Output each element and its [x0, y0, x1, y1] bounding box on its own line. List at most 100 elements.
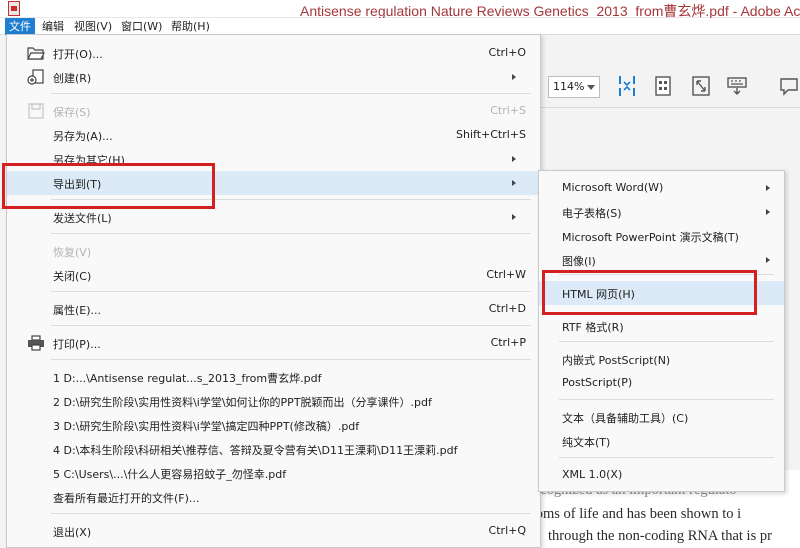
menu-item-label: 内嵌式 PostScript(N): [562, 354, 671, 367]
menu-item-label: 查看所有最近打开的文件(F)...: [53, 492, 200, 505]
export-item-postscript[interactable]: PostScript(P): [539, 371, 784, 395]
annotation-highlight-export: [2, 163, 215, 209]
annotation-highlight-html: [542, 270, 757, 315]
menu-item-label: Microsoft Word(W): [562, 181, 664, 194]
menu-separator: [51, 291, 531, 292]
menu-separator: [51, 513, 531, 514]
menu-item-label: 纯文本(T): [562, 436, 611, 449]
page-view-icon[interactable]: [652, 74, 674, 98]
submenu-arrow-icon: [512, 74, 516, 80]
menu-item-save: 保存(S) Ctrl+S: [7, 99, 540, 123]
menu-separator: [559, 457, 774, 458]
menu-item-print[interactable]: 打印(P)... Ctrl+P: [7, 331, 540, 355]
export-item-word[interactable]: Microsoft Word(W): [539, 176, 784, 200]
menu-edit[interactable]: 编辑: [38, 18, 68, 35]
shortcut-label: Ctrl+D: [488, 302, 526, 315]
comment-icon[interactable]: [778, 74, 800, 98]
recent-file-item[interactable]: 5 C:\Users\...\什么人更容易招蚊子_勿怪幸.pdf: [7, 461, 540, 485]
menu-window[interactable]: 窗口(W): [117, 18, 166, 35]
menu-item-label: 图像(I): [562, 255, 596, 268]
menu-item-label: 文本（具备辅助工具）(C): [562, 412, 689, 425]
menu-item-label: RTF 格式(R): [562, 321, 624, 334]
submenu-arrow-icon: [766, 185, 770, 191]
zoom-value: 114%: [553, 80, 585, 93]
shortcut-label: Ctrl+P: [490, 336, 526, 349]
export-item-xml[interactable]: XML 1.0(X): [539, 463, 784, 487]
menu-item-properties[interactable]: 属性(E)... Ctrl+D: [7, 297, 540, 321]
export-item-powerpoint[interactable]: Microsoft PowerPoint 演示文稿(T): [539, 224, 784, 248]
shortcut-label: Ctrl+S: [490, 104, 526, 117]
recent-file-label: 5 C:\Users\...\什么人更容易招蚊子_勿怪幸.pdf: [53, 468, 287, 481]
recent-file-label: 4 D:\本科生阶段\科研相关\推荐信、答辩及夏令营有关\D11王溧莉\D11王…: [53, 444, 458, 457]
recent-file-item[interactable]: 1 D:...\Antisense regulat...s_2013_from曹…: [7, 365, 540, 389]
fit-width-icon[interactable]: [616, 74, 638, 98]
menu-separator: [51, 233, 531, 234]
menu-item-view-all-recent[interactable]: 查看所有最近打开的文件(F)...: [7, 485, 540, 509]
menu-item-label: Microsoft PowerPoint 演示文稿(T): [562, 231, 739, 244]
title-bar: Antisense regulation Nature Reviews Gene…: [0, 0, 800, 19]
printer-icon: [28, 335, 44, 351]
menu-item-create[interactable]: 创建(R): [7, 65, 540, 89]
menu-item-label: PostScript(P): [562, 376, 633, 389]
recent-file-item[interactable]: 2 D:\研究生阶段\实用性资料\i学堂\如何让你的PPT脱颖而出（分享课件）.…: [7, 389, 540, 413]
file-menu: 打开(O)... Ctrl+O 创建(R) 保存(S) Ctrl+S 另存为(A…: [6, 34, 541, 548]
shortcut-label: Ctrl+W: [486, 268, 526, 281]
submenu-arrow-icon: [512, 156, 516, 162]
menu-item-label: 打印(P)...: [53, 338, 101, 351]
recent-file-item[interactable]: 3 D:\研究生阶段\实用性资料\i学堂\搞定四种PPT(修改稿）.pdf: [7, 413, 540, 437]
recent-file-item[interactable]: 4 D:\本科生阶段\科研相关\推荐信、答辩及夏令营有关\D11王溧莉\D11王…: [7, 437, 540, 461]
menu-item-label: XML 1.0(X): [562, 468, 623, 481]
menu-bar: 文件 编辑 视图(V) 窗口(W) 帮助(H): [0, 18, 800, 35]
menu-item-open[interactable]: 打开(O)... Ctrl+O: [7, 41, 540, 65]
menu-item-revert: 恢复(V): [7, 239, 540, 263]
shortcut-label: Ctrl+O: [488, 46, 526, 59]
menu-item-close[interactable]: 关闭(C) Ctrl+W: [7, 263, 540, 287]
menu-file[interactable]: 文件: [5, 18, 35, 35]
menu-item-label: 打开(O)...: [53, 48, 103, 61]
menu-separator: [51, 93, 531, 94]
menu-help[interactable]: 帮助(H): [167, 18, 214, 35]
menu-item-label: 创建(R): [53, 72, 92, 85]
menu-item-label: 退出(X): [53, 526, 92, 539]
menu-item-label: 保存(S): [53, 106, 91, 119]
menu-item-label: 恢复(V): [53, 246, 92, 259]
export-item-accessible-text[interactable]: 文本（具备辅助工具）(C): [539, 405, 784, 429]
acrobat-app-icon: [8, 1, 20, 16]
menu-view[interactable]: 视图(V): [70, 18, 116, 35]
export-item-spreadsheet[interactable]: 电子表格(S): [539, 200, 784, 224]
menu-item-label: 属性(E)...: [53, 304, 102, 317]
export-item-embedded-postscript[interactable]: 内嵌式 PostScript(N): [539, 347, 784, 371]
menu-separator: [51, 359, 531, 360]
document-text-line: through the non-coding RNA that is pr: [548, 528, 772, 544]
export-submenu: Microsoft Word(W) 电子表格(S) Microsoft Powe…: [538, 170, 785, 492]
keyboard-icon[interactable]: [726, 74, 748, 98]
export-item-plain-text[interactable]: 纯文本(T): [539, 429, 784, 453]
menu-item-save-as[interactable]: 另存为(A)... Shift+Ctrl+S: [7, 123, 540, 147]
submenu-arrow-icon: [766, 209, 770, 215]
shortcut-label: Shift+Ctrl+S: [456, 128, 526, 141]
menu-item-label: 另存为(A)...: [53, 130, 113, 143]
folder-open-icon: [27, 47, 45, 60]
menu-item-label: 关闭(C): [53, 270, 92, 283]
submenu-arrow-icon: [766, 257, 770, 263]
recent-file-label: 1 D:...\Antisense regulat...s_2013_from曹…: [53, 372, 322, 385]
shortcut-label: Ctrl+Q: [488, 524, 526, 537]
menu-separator: [559, 399, 774, 400]
save-icon: [28, 103, 44, 119]
document-text-line: ngdoms of life and has been shown to i: [520, 506, 742, 522]
full-screen-icon[interactable]: [690, 74, 712, 98]
export-item-image[interactable]: 图像(I): [539, 248, 784, 272]
submenu-arrow-icon: [512, 214, 516, 220]
recent-file-label: 3 D:\研究生阶段\实用性资料\i学堂\搞定四种PPT(修改稿）.pdf: [53, 420, 360, 433]
menu-separator: [51, 325, 531, 326]
chevron-down-icon: [587, 85, 595, 90]
export-item-rtf[interactable]: RTF 格式(R): [539, 314, 784, 338]
menu-item-exit[interactable]: 退出(X) Ctrl+Q: [7, 519, 540, 543]
recent-file-label: 2 D:\研究生阶段\实用性资料\i学堂\如何让你的PPT脱颖而出（分享课件）.…: [53, 396, 432, 409]
zoom-select[interactable]: 114%: [548, 76, 600, 98]
menu-item-label: 电子表格(S): [562, 207, 622, 220]
create-pdf-icon: [27, 69, 44, 85]
menu-item-label: 发送文件(L): [53, 212, 112, 225]
menu-separator: [559, 341, 774, 342]
submenu-arrow-icon: [512, 180, 516, 186]
